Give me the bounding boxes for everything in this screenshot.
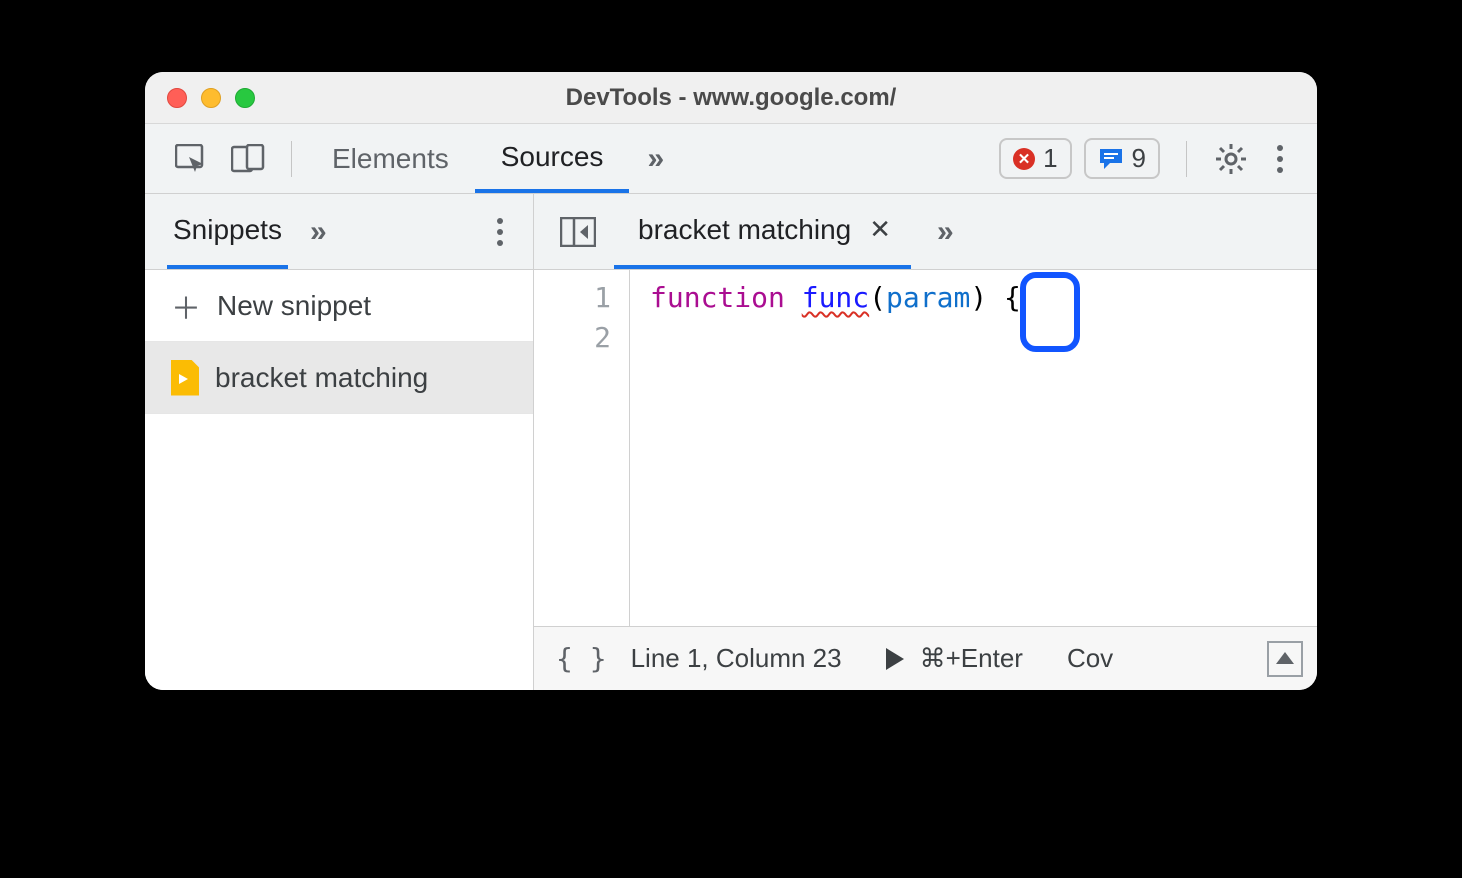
cursor-position: Line 1, Column 23 bbox=[631, 643, 842, 674]
chat-icon bbox=[1098, 148, 1124, 170]
sidebar-header: Snippets » bbox=[145, 194, 533, 270]
code-editor[interactable]: 1 2 function func(param) { bbox=[534, 270, 1317, 626]
sidebar-more-icon[interactable] bbox=[485, 216, 515, 248]
expand-drawer-icon[interactable] bbox=[1267, 641, 1303, 677]
error-count: 1 bbox=[1043, 143, 1057, 174]
plus-icon: ＋ bbox=[171, 284, 201, 328]
file-tab-active[interactable]: bracket matching ✕ bbox=[614, 194, 911, 269]
snippet-item[interactable]: bracket matching bbox=[145, 342, 533, 414]
token-param: param bbox=[886, 281, 970, 314]
token-paren: ) bbox=[970, 281, 987, 314]
token-function-name: func bbox=[802, 281, 869, 314]
line-gutter: 1 2 bbox=[534, 270, 630, 626]
file-tabs: bracket matching ✕ » bbox=[534, 194, 1317, 270]
line-number: 1 bbox=[534, 278, 611, 318]
devtools-window: DevTools - www.google.com/ Elements Sour… bbox=[145, 72, 1317, 690]
snippet-item-label: bracket matching bbox=[215, 362, 428, 394]
token-space bbox=[987, 281, 1004, 314]
sidebar-tabs-overflow-icon[interactable]: » bbox=[288, 215, 349, 249]
pretty-print-icon[interactable]: { } bbox=[548, 642, 615, 675]
sidebar: Snippets » ＋ New snippet bracket matchin… bbox=[145, 194, 534, 690]
tab-sources[interactable]: Sources bbox=[475, 124, 630, 193]
inspect-element-icon[interactable] bbox=[163, 144, 219, 174]
code-line: function func(param) { bbox=[650, 278, 1021, 318]
main-toolbar: Elements Sources » ✕ 1 9 bbox=[145, 124, 1317, 194]
token-brace: { bbox=[1004, 281, 1021, 314]
messages-badge[interactable]: 9 bbox=[1084, 138, 1160, 179]
more-menu-icon[interactable] bbox=[1261, 143, 1299, 175]
run-shortcut-label: ⌘+Enter bbox=[920, 643, 1023, 674]
token-keyword: function bbox=[650, 281, 785, 314]
panel-body: Snippets » ＋ New snippet bracket matchin… bbox=[145, 194, 1317, 690]
window-title: DevTools - www.google.com/ bbox=[145, 84, 1317, 112]
navigator-toggle-icon[interactable] bbox=[550, 217, 606, 247]
tab-elements[interactable]: Elements bbox=[306, 124, 475, 193]
sidebar-tab-snippets[interactable]: Snippets bbox=[167, 194, 288, 269]
message-count: 9 bbox=[1132, 143, 1146, 174]
editor-panel: bracket matching ✕ » 1 2 function func(p… bbox=[534, 194, 1317, 690]
device-toolbar-icon[interactable] bbox=[219, 144, 277, 174]
error-icon: ✕ bbox=[1013, 148, 1035, 170]
snippet-file-icon bbox=[171, 360, 199, 396]
annotation-highlight bbox=[1020, 272, 1080, 352]
file-tab-label: bracket matching bbox=[638, 214, 851, 246]
coverage-label[interactable]: Cov bbox=[1067, 643, 1113, 674]
separator bbox=[1186, 141, 1187, 177]
file-tabs-overflow-icon[interactable]: » bbox=[919, 215, 972, 249]
token-paren: ( bbox=[869, 281, 886, 314]
error-badge[interactable]: ✕ 1 bbox=[999, 138, 1071, 179]
new-snippet-label: New snippet bbox=[217, 290, 371, 322]
new-snippet-button[interactable]: ＋ New snippet bbox=[145, 270, 533, 342]
close-icon[interactable]: ✕ bbox=[869, 214, 891, 245]
separator bbox=[291, 141, 292, 177]
tabs-overflow-icon[interactable]: » bbox=[629, 142, 682, 176]
line-number: 2 bbox=[534, 318, 611, 358]
settings-icon[interactable] bbox=[1201, 143, 1261, 175]
titlebar: DevTools - www.google.com/ bbox=[145, 72, 1317, 124]
sidebar-empty bbox=[145, 414, 533, 690]
code-content[interactable]: function func(param) { bbox=[630, 270, 1021, 626]
status-bar: { } Line 1, Column 23 ⌘+Enter Cov bbox=[534, 626, 1317, 690]
run-icon[interactable] bbox=[886, 648, 904, 670]
